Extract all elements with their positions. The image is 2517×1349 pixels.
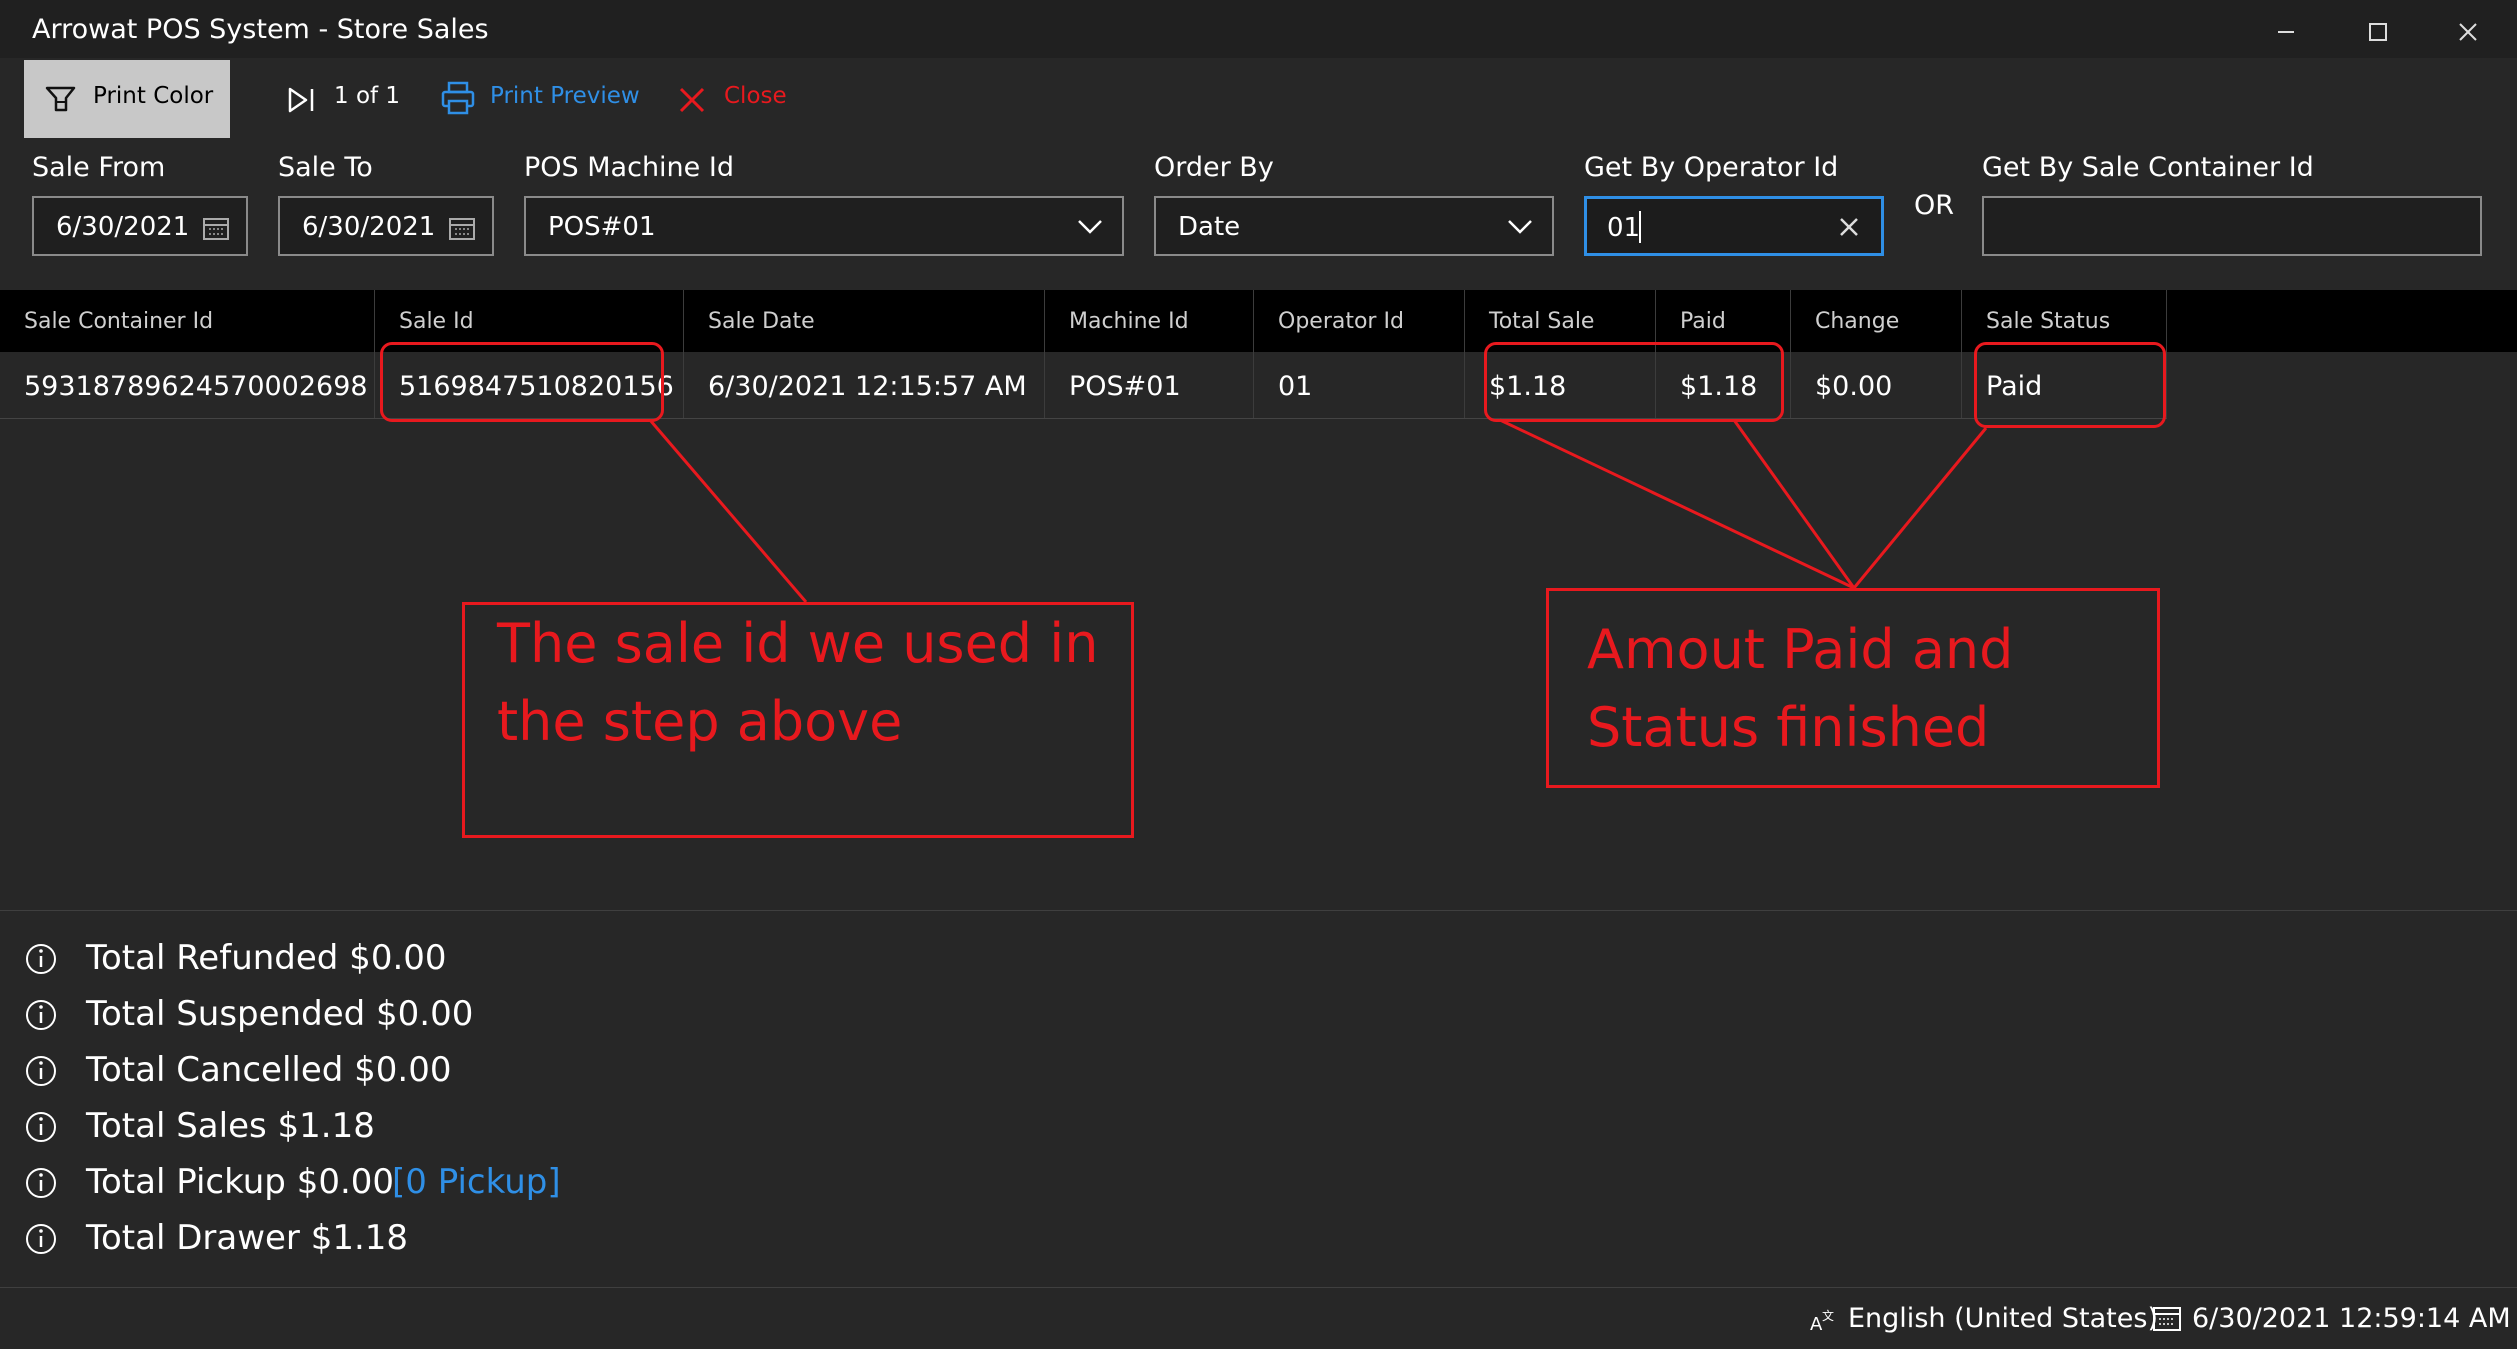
info-icon <box>26 1000 56 1030</box>
pickup-link[interactable]: [0 Pickup] <box>392 1162 561 1202</box>
paid-status-callout-box: Amout Paid and Status finished <box>1546 588 2160 788</box>
status-bar: A 文 English (United States) 6/30/2021 12… <box>0 1288 2517 1349</box>
calendar-icon <box>2153 1307 2181 1331</box>
status-callout-line <box>1852 427 1988 589</box>
total-sale-callout-line <box>1499 418 1855 590</box>
sale-id-callout-line-2: the step above <box>497 690 903 753</box>
sale-id-callout-box: The sale id we used in the step above <box>462 602 1134 838</box>
info-icon <box>26 1056 56 1086</box>
language-indicator: English (United States) <box>1848 1303 2158 1334</box>
summary-divider <box>0 910 2517 911</box>
info-icon <box>26 1112 56 1142</box>
sale-id-callout-line-1: The sale id we used in <box>497 612 1099 675</box>
info-icon <box>26 944 56 974</box>
paid-callout-line-2: Status finished <box>1587 696 1990 759</box>
paid-callout-line-1: Amout Paid and <box>1587 618 2014 681</box>
info-icon <box>26 1168 56 1198</box>
svg-text:文: 文 <box>1822 1308 1834 1323</box>
paid-callout-line <box>1732 419 1856 589</box>
sale-id-callout-line <box>648 419 808 603</box>
status-datetime: 6/30/2021 12:59:14 AM <box>2192 1303 2511 1334</box>
language-icon: A 文 <box>1810 1308 1834 1334</box>
info-icon <box>26 1224 56 1254</box>
